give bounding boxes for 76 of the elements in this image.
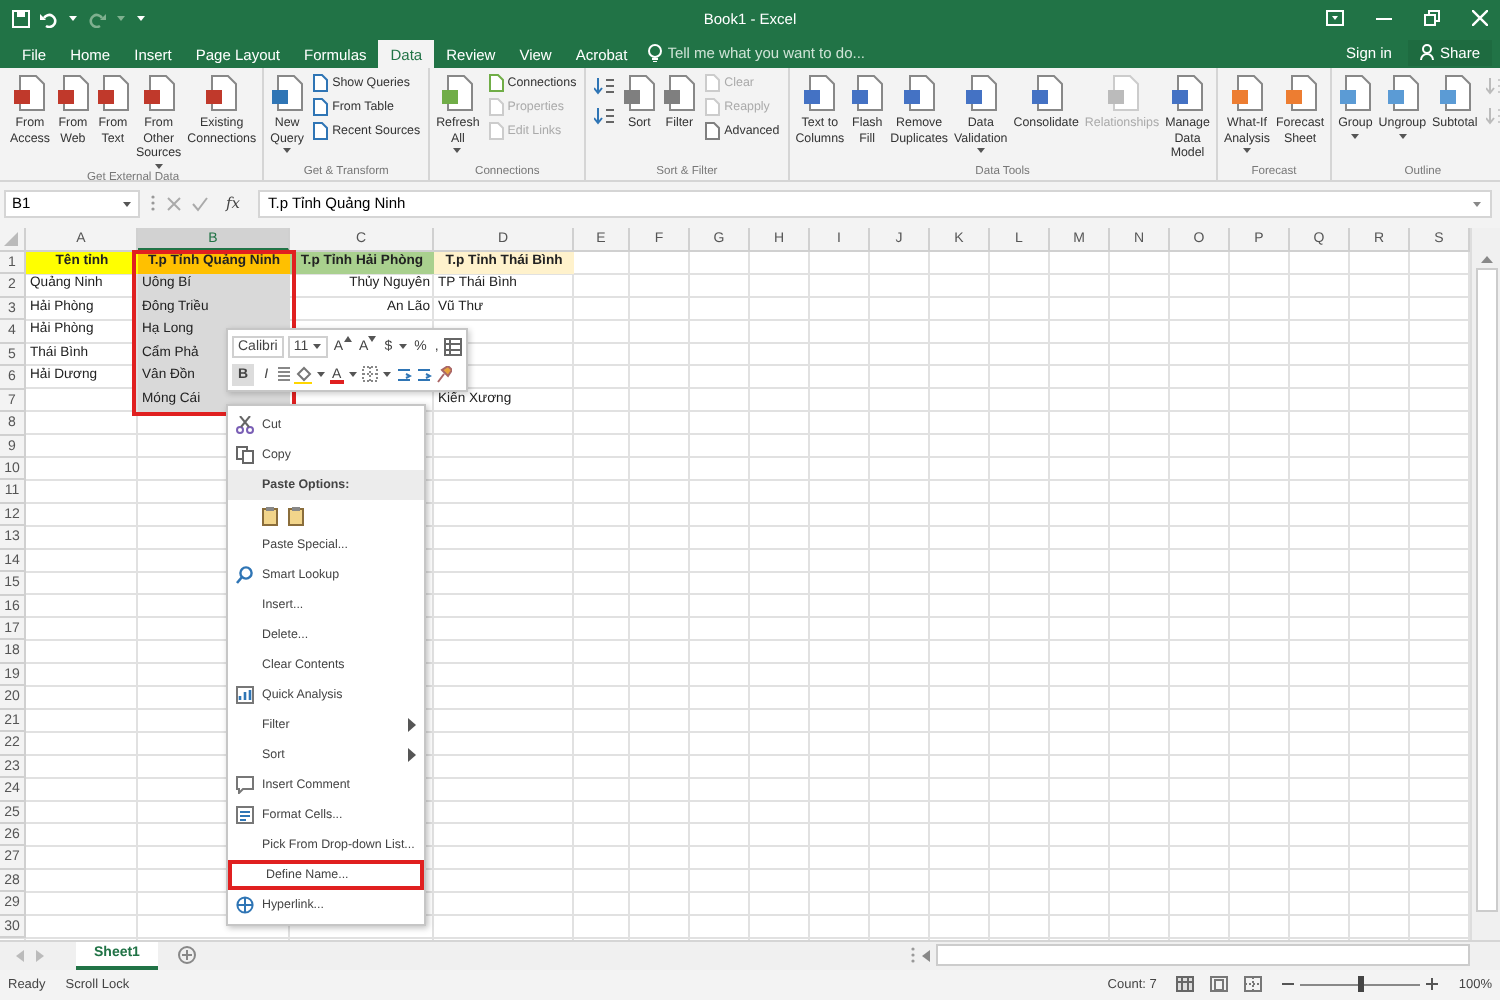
decimal-icon[interactable] [395, 365, 412, 383]
zoom-slider[interactable] [1357, 976, 1364, 992]
caret-icon [1397, 131, 1408, 139]
page-break-icon[interactable] [1244, 976, 1263, 992]
copy-icon [235, 446, 253, 464]
scroll-up-icon[interactable] [1479, 254, 1493, 264]
caret-icon[interactable] [316, 370, 327, 378]
ribbon-display-icon[interactable] [1326, 10, 1344, 26]
paint-bucket-icon[interactable] [294, 365, 313, 383]
caret-icon [1350, 131, 1361, 139]
document-icon [1029, 74, 1064, 112]
save-icon[interactable] [12, 9, 30, 27]
search-icon [235, 566, 253, 584]
caret-icon[interactable] [398, 342, 409, 350]
document-icon [622, 74, 657, 112]
chart-icon [235, 686, 253, 704]
document-icon [1385, 74, 1420, 112]
clipboard-icon[interactable] [288, 505, 304, 525]
caret-icon [452, 146, 463, 154]
caret-icon [975, 146, 986, 154]
document-icon [662, 74, 697, 112]
scroll-left-icon[interactable] [922, 949, 930, 961]
document-icon [802, 74, 837, 112]
caret-icon [282, 146, 293, 154]
caret-icon [1241, 146, 1252, 154]
sort-icon[interactable] [594, 106, 615, 126]
restore-icon[interactable] [1424, 10, 1440, 26]
document-icon [1338, 74, 1373, 112]
caret-icon [343, 335, 352, 341]
document-icon [1437, 74, 1472, 112]
globe-icon [235, 896, 253, 914]
document-icon [1105, 74, 1139, 112]
caret-icon[interactable] [347, 370, 358, 378]
document-icon [55, 74, 90, 112]
caret-icon[interactable] [68, 14, 78, 22]
page-layout-icon[interactable] [1210, 976, 1229, 992]
document-icon [1229, 74, 1264, 112]
document-icon [1170, 74, 1205, 112]
brush-icon[interactable] [435, 365, 452, 383]
add-sheet-icon[interactable] [177, 946, 196, 964]
align-icon[interactable] [278, 366, 291, 382]
clipboard-icon[interactable] [262, 505, 278, 525]
caret-icon [122, 199, 132, 207]
zoom-in-icon[interactable] [1426, 978, 1439, 990]
document-icon [95, 74, 130, 112]
comment-icon [235, 776, 253, 794]
format-cells-icon [235, 806, 253, 824]
undo-icon[interactable] [40, 9, 58, 27]
caret-icon [312, 342, 323, 350]
document-icon [270, 74, 305, 112]
document-icon [902, 74, 937, 112]
lightbulb-icon [647, 43, 662, 61]
borders-icon[interactable] [361, 366, 378, 382]
sort-icon[interactable] [594, 76, 615, 96]
more-icon [910, 946, 916, 964]
submenu-arrow-icon [408, 748, 416, 762]
document-icon [1283, 74, 1318, 112]
close-icon[interactable] [1472, 10, 1488, 26]
document-icon [963, 74, 998, 112]
scissors-icon [235, 416, 253, 434]
normal-view-icon[interactable] [1176, 976, 1195, 992]
caret-icon [368, 335, 377, 341]
caret-icon[interactable] [1472, 199, 1482, 207]
more-icon [150, 194, 156, 212]
table-icon[interactable] [444, 337, 463, 355]
zoom-out-icon[interactable] [1282, 978, 1295, 990]
document-icon [440, 74, 475, 112]
document-icon [141, 74, 176, 112]
submenu-arrow-icon [408, 718, 416, 732]
document-icon [12, 74, 47, 112]
document-icon [204, 74, 239, 112]
caret-icon [153, 161, 164, 169]
decimal-icon[interactable] [415, 365, 432, 383]
document-icon [850, 74, 885, 112]
person-icon [1419, 44, 1434, 60]
caret-icon[interactable] [381, 370, 392, 378]
